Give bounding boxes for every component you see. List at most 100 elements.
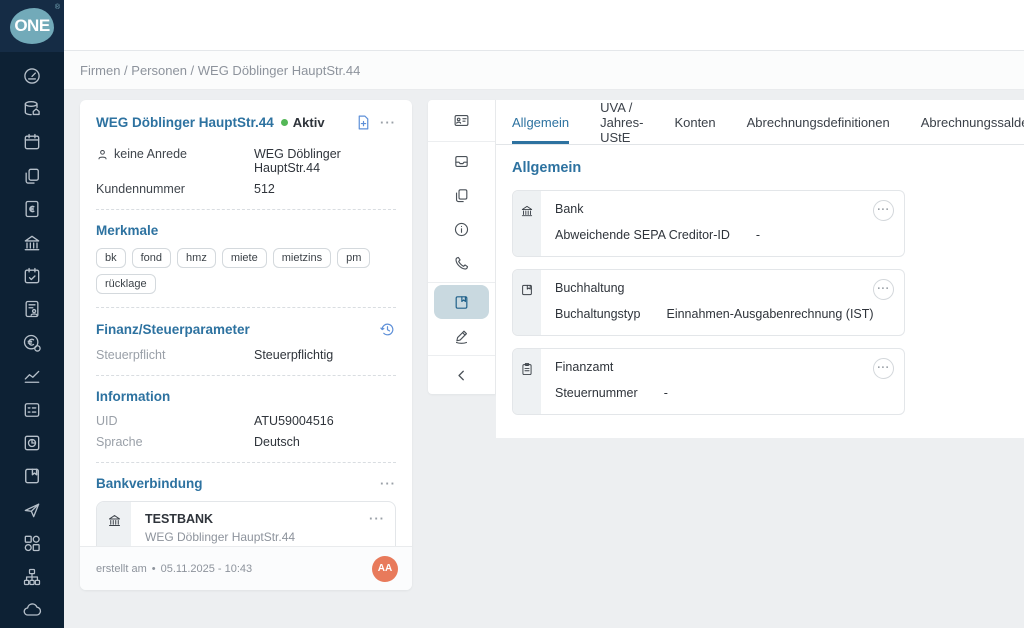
id-card-icon	[453, 112, 470, 129]
card-field-value: -	[664, 386, 668, 400]
kundennummer-value: 512	[254, 182, 275, 196]
ledger-icon	[520, 283, 534, 297]
breadcrumb-bar: Firmen / Personen / WEG Döblinger HauptS…	[64, 51, 1024, 90]
card-title: Finanzamt	[555, 360, 892, 374]
detail-panel: Allgemein UVA / Jahres-UStE Konten Abrec…	[496, 100, 1024, 438]
inbox-icon	[453, 153, 470, 170]
sitemap-icon	[22, 567, 42, 587]
sidebar-item-cloud[interactable]	[0, 593, 64, 626]
sidebar-item-apps[interactable]	[0, 526, 64, 559]
rail-item-info[interactable]	[434, 212, 489, 246]
tag-chip: fond	[132, 248, 171, 268]
calendar-check-icon	[22, 266, 42, 286]
buchhaltung-info-card[interactable]: Buchhaltung Buchaltungstyp Einnahmen-Aus…	[512, 269, 905, 336]
tab-allgemein[interactable]: Allgemein	[512, 100, 569, 144]
tag-chip: pm	[337, 248, 370, 268]
database-home-icon	[22, 99, 42, 119]
sidebar-item-dashboard[interactable]	[0, 59, 64, 92]
rail-item-signatur[interactable]	[434, 319, 489, 353]
rail-item-dokumente[interactable]	[434, 178, 489, 212]
apps-icon	[22, 533, 42, 553]
finanz-title: Finanz/Steuerparameter	[96, 322, 250, 337]
tab-uva-jahres-uste[interactable]: UVA / Jahres-UStE	[600, 100, 643, 144]
sidebar-item-kalender[interactable]	[0, 126, 64, 159]
card-field-label: Buchaltungstyp	[555, 307, 640, 321]
app-window: ONE ® Firmen / Personen / WEG Döbl	[0, 0, 1024, 628]
tab-abrechnungssalden[interactable]: Abrechnungssalden	[921, 100, 1024, 144]
card-field-label: Steuernummer	[555, 386, 638, 400]
card-more-button[interactable]: ···	[873, 200, 894, 221]
signature-icon	[453, 328, 470, 345]
uid-value: ATU59004516	[254, 414, 334, 428]
card-more-button[interactable]: ···	[873, 358, 894, 379]
sidebar-item-versand[interactable]	[0, 493, 64, 526]
sidebar-item-auswertung[interactable]	[0, 360, 64, 393]
card-field-label: Abweichende SEPA Creditor-ID	[555, 228, 730, 242]
card-title: Bank	[555, 202, 892, 216]
add-document-button[interactable]	[355, 114, 372, 131]
sidebar-item-finanzen[interactable]	[0, 326, 64, 359]
sidebar-item-rechnungen[interactable]	[0, 193, 64, 226]
tag-chip: miete	[222, 248, 267, 268]
breadcrumb[interactable]: Firmen / Personen / WEG Döblinger HauptS…	[80, 63, 360, 78]
tag-chip: hmz	[177, 248, 216, 268]
person-more-button[interactable]: ···	[380, 116, 396, 129]
tab-abrechnungsdefinitionen[interactable]: Abrechnungsdefinitionen	[747, 100, 890, 144]
tag-chip: mietzins	[273, 248, 331, 268]
top-header	[64, 0, 1024, 51]
sidebar-item-berichte[interactable]	[0, 426, 64, 459]
bank-info-card[interactable]: Bank Abweichende SEPA Creditor-ID - ···	[512, 190, 905, 257]
anrede-value: WEG Döblinger HauptStr.44	[254, 147, 396, 175]
line-chart-icon	[22, 366, 42, 386]
kundennummer-label: Kundennummer	[96, 182, 254, 196]
finanz-history-button[interactable]	[379, 321, 396, 338]
person-card-footer: erstellt am • 05.11.2025 - 10:43 AA	[80, 546, 412, 590]
tab-konten[interactable]: Konten	[674, 100, 715, 144]
sidebar-item-buchhaltung[interactable]	[0, 460, 64, 493]
bank-icon	[22, 233, 42, 253]
finanzamt-info-card[interactable]: Finanzamt Steuernummer - ···	[512, 348, 905, 415]
created-value: 05.11.2025 - 10:43	[161, 563, 253, 575]
sidebar-item-struktur[interactable]	[0, 560, 64, 593]
sidebar-item-vertraege[interactable]	[0, 293, 64, 326]
tag-chip: bk	[96, 248, 126, 268]
sidebar-item-stammdaten[interactable]	[0, 92, 64, 125]
send-icon	[22, 500, 42, 520]
account-holder: WEG Döblinger HauptStr.44	[145, 530, 383, 544]
bank-card-more-button[interactable]: ···	[369, 512, 385, 525]
divider	[96, 307, 396, 308]
sprache-value: Deutsch	[254, 435, 300, 449]
invoice-euro-icon	[22, 199, 42, 219]
sidebar-item-dokumente[interactable]	[0, 159, 64, 192]
info-icon	[453, 221, 470, 238]
status-label: Aktiv	[293, 115, 325, 130]
rail-item-contact[interactable]	[434, 102, 489, 139]
avatar[interactable]: AA	[372, 556, 398, 582]
bankverbindung-more-button[interactable]: ···	[380, 477, 396, 490]
cloud-icon	[22, 600, 42, 620]
person-summary-panel: WEG Döblinger HauptStr.44 Aktiv ··· kein…	[80, 100, 412, 590]
sidebar-item-formulare[interactable]	[0, 393, 64, 426]
rail-item-inbox[interactable]	[434, 144, 489, 178]
rail-collapse-button[interactable]	[434, 358, 489, 392]
file-plus-icon	[355, 114, 372, 131]
rail-item-telefon[interactable]	[434, 246, 489, 280]
rail-item-buchhaltung[interactable]	[434, 285, 489, 319]
calendar-icon	[22, 132, 42, 152]
card-strip	[513, 191, 541, 256]
bank-name: TESTBANK	[145, 512, 383, 526]
card-strip	[513, 270, 541, 335]
app-logo[interactable]: ONE ®	[0, 0, 64, 52]
information-title: Information	[96, 389, 170, 404]
card-more-button[interactable]: ···	[873, 279, 894, 300]
sidebar-item-termine[interactable]	[0, 259, 64, 292]
copy-icon	[22, 166, 42, 186]
person-title[interactable]: WEG Döblinger HauptStr.44	[96, 115, 274, 130]
sidebar-item-bank[interactable]	[0, 226, 64, 259]
card-field-value: -	[756, 228, 760, 242]
sprache-label: Sprache	[96, 435, 254, 449]
tag-chip: rücklage	[96, 274, 156, 294]
divider	[96, 209, 396, 210]
logo-text: ONE	[14, 16, 49, 36]
copy-icon	[453, 187, 470, 204]
